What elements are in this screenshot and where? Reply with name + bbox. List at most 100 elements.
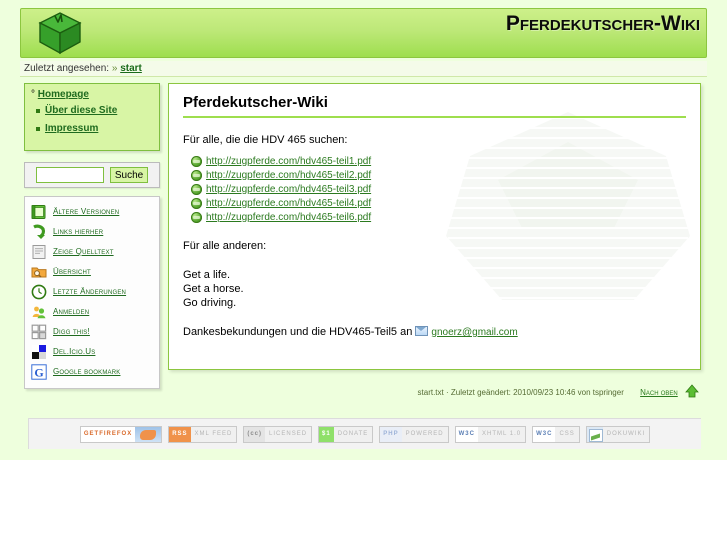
tool-login[interactable]: Anmelden <box>53 307 89 316</box>
tool-old-revisions[interactable]: Ältere Versionen <box>53 207 119 216</box>
tool-delicious[interactable]: Del.Icio.Us <box>53 347 95 356</box>
slogan-lines: Get a life. Get a horse. Go driving. <box>183 269 244 309</box>
sidebar-item-homepage: ° Homepage <box>31 89 153 100</box>
content-panel: Pferdekutscher-Wiki Für alle, die die HD… <box>168 83 701 370</box>
badge-php-text: POWERED <box>401 426 448 442</box>
tool-google-bookmark[interactable]: Google bookmark <box>53 367 120 376</box>
external-link-icon <box>191 156 202 167</box>
pdf-link-teil3[interactable]: http://zugpferde.com/hdv465-teil3.pdf <box>206 184 371 195</box>
list-item: Links hierher <box>31 222 155 241</box>
page-title: Pferdekutscher-Wiki <box>183 94 686 118</box>
document-info-bar: start.txt · Zuletzt geändert: 2010/09/23… <box>168 383 699 403</box>
thanks-paragraph: Dankesbekundungen und die HDV465-Teil5 a… <box>183 325 686 340</box>
badge-getfirefox-image <box>135 426 162 442</box>
badge-rss[interactable]: RSS XML FEED <box>168 425 238 443</box>
others-heading: Für alle anderen: <box>183 240 267 252</box>
pdf-link-teil4[interactable]: http://zugpferde.com/hdv465-teil4.pdf <box>206 198 371 209</box>
list-item: http://zugpferde.com/hdv465-teil6.pdf <box>191 211 686 224</box>
breadcrumb-separator: » <box>111 63 118 74</box>
source-page-icon <box>31 244 47 260</box>
book-icon <box>31 204 47 220</box>
tool-index[interactable]: Übersicht <box>53 267 91 276</box>
badge-php-label: PHP <box>380 426 402 442</box>
list-item: Impressum <box>36 123 153 134</box>
thanks-text: Dankesbekundungen und die HDV465-Teil5 a… <box>183 326 413 338</box>
sidebar-nav-list: Über diese Site Impressum <box>31 105 153 134</box>
pdf-link-teil1[interactable]: http://zugpferde.com/hdv465-teil1.pdf <box>206 156 371 167</box>
list-item: G Google bookmark <box>31 362 155 381</box>
tool-recent-changes[interactable]: Letzte Änderungen <box>53 287 126 296</box>
badge-css-label: W3C <box>533 426 556 442</box>
pdf-link-teil2[interactable]: http://zugpferde.com/hdv465-teil2.pdf <box>206 170 371 181</box>
intro-paragraph: Für alle, die die HDV 465 suchen: <box>183 134 348 146</box>
list-item: http://zugpferde.com/hdv465-teil3.pdf <box>191 183 686 196</box>
list-item: Anmelden <box>31 302 155 321</box>
badge-xhtml-text: XHTML 1.0 <box>477 426 526 442</box>
delicious-squares-icon <box>31 344 47 360</box>
sidebar: ° Homepage Über diese Site Impressum Suc… <box>24 83 160 389</box>
page-root: Pferdekutscher-Wiki Zuletzt angesehen: »… <box>0 0 727 460</box>
back-to-top-link[interactable]: Nach oben <box>640 388 678 397</box>
search-input[interactable] <box>35 167 104 183</box>
sidebar-toolbox: Ältere Versionen Links hierher Zeige Que… <box>24 196 160 389</box>
sidebar-item-impressum[interactable]: Impressum <box>45 123 98 134</box>
badge-dokuwiki[interactable]: DOKUWIKI <box>585 425 651 443</box>
users-login-icon <box>31 304 47 320</box>
breadcrumb-item-start[interactable]: start <box>120 63 142 74</box>
sidebar-nav-box: ° Homepage Über diese Site Impressum <box>24 83 160 151</box>
page-inner: Pferdekutscher-Wiki Zuletzt angesehen: »… <box>20 8 707 398</box>
external-link-icon <box>191 184 202 195</box>
badge-getfirefox[interactable]: GETFIREFOX <box>79 425 163 443</box>
dokuwiki-icon <box>588 428 603 442</box>
pdf-link-list: http://zugpferde.com/hdv465-teil1.pdf ht… <box>183 155 686 224</box>
badge-cc-licensed[interactable]: (cc) LICENSED <box>243 425 313 443</box>
list-item: Digg this! <box>31 322 155 341</box>
badge-donate[interactable]: $1 DONATE <box>318 425 374 443</box>
green-cube-logo-icon[interactable] <box>37 11 83 55</box>
badge-dokuwiki-text: DOKUWIKI <box>602 426 650 442</box>
toolbox-list: Ältere Versionen Links hierher Zeige Que… <box>31 202 155 381</box>
tool-show-source[interactable]: Zeige Quelltext <box>53 247 114 256</box>
list-item: Übersicht <box>31 262 155 281</box>
external-link-icon <box>191 198 202 209</box>
site-header: Pferdekutscher-Wiki <box>20 8 707 58</box>
badge-xhtml-label: W3C <box>455 426 478 442</box>
search-button[interactable]: Suche <box>109 167 149 183</box>
email-link[interactable]: gnoerz@gmail.com <box>431 327 517 338</box>
badge-cc-label: (cc) <box>244 426 266 442</box>
clock-icon <box>31 284 47 300</box>
list-item: http://zugpferde.com/hdv465-teil1.pdf <box>191 155 686 168</box>
folder-search-icon <box>31 264 47 280</box>
badge-rss-text: XML FEED <box>190 426 237 442</box>
external-link-icon <box>191 212 202 223</box>
wiki-page: Pferdekutscher-Wiki Für alle, die die HD… <box>169 84 700 369</box>
search-form: Suche <box>24 162 160 188</box>
badge-getfirefox-label: GETFIREFOX <box>80 426 136 442</box>
badge-valid-xhtml[interactable]: W3C XHTML 1.0 <box>454 425 527 443</box>
arrow-up-icon[interactable] <box>685 384 699 398</box>
list-item: Ältere Versionen <box>31 202 155 221</box>
badge-php-powered[interactable]: PHP POWERED <box>379 425 449 443</box>
digg-icon <box>31 324 47 340</box>
list-item: Über diese Site <box>36 105 153 116</box>
tool-digg[interactable]: Digg this! <box>53 327 90 336</box>
badge-rss-label: RSS <box>169 426 191 442</box>
badge-cc-text: LICENSED <box>265 426 312 442</box>
homepage-bullet: ° <box>31 89 35 100</box>
badge-css-text: CSS <box>555 426 579 442</box>
svg-text:G: G <box>34 365 43 379</box>
badge-bar: GETFIREFOX RSS XML FEED (cc) LICENSED $1… <box>28 418 701 449</box>
badge-donate-label: $1 <box>319 426 334 442</box>
site-title: Pferdekutscher-Wiki <box>505 12 700 35</box>
list-item: Del.Icio.Us <box>31 342 155 361</box>
list-item: http://zugpferde.com/hdv465-teil2.pdf <box>191 169 686 182</box>
badge-donate-text: DONATE <box>333 426 373 442</box>
badge-valid-css[interactable]: W3C CSS <box>532 425 580 443</box>
pdf-link-teil6[interactable]: http://zugpferde.com/hdv465-teil6.pdf <box>206 212 371 223</box>
sidebar-item-homepage-link[interactable]: Homepage <box>38 89 89 100</box>
google-g-icon: G <box>31 363 47 380</box>
sidebar-item-about[interactable]: Über diese Site <box>45 105 117 116</box>
tool-backlinks[interactable]: Links hierher <box>53 227 103 236</box>
mail-icon <box>415 326 429 336</box>
breadcrumb-label: Zuletzt angesehen: <box>24 63 110 74</box>
